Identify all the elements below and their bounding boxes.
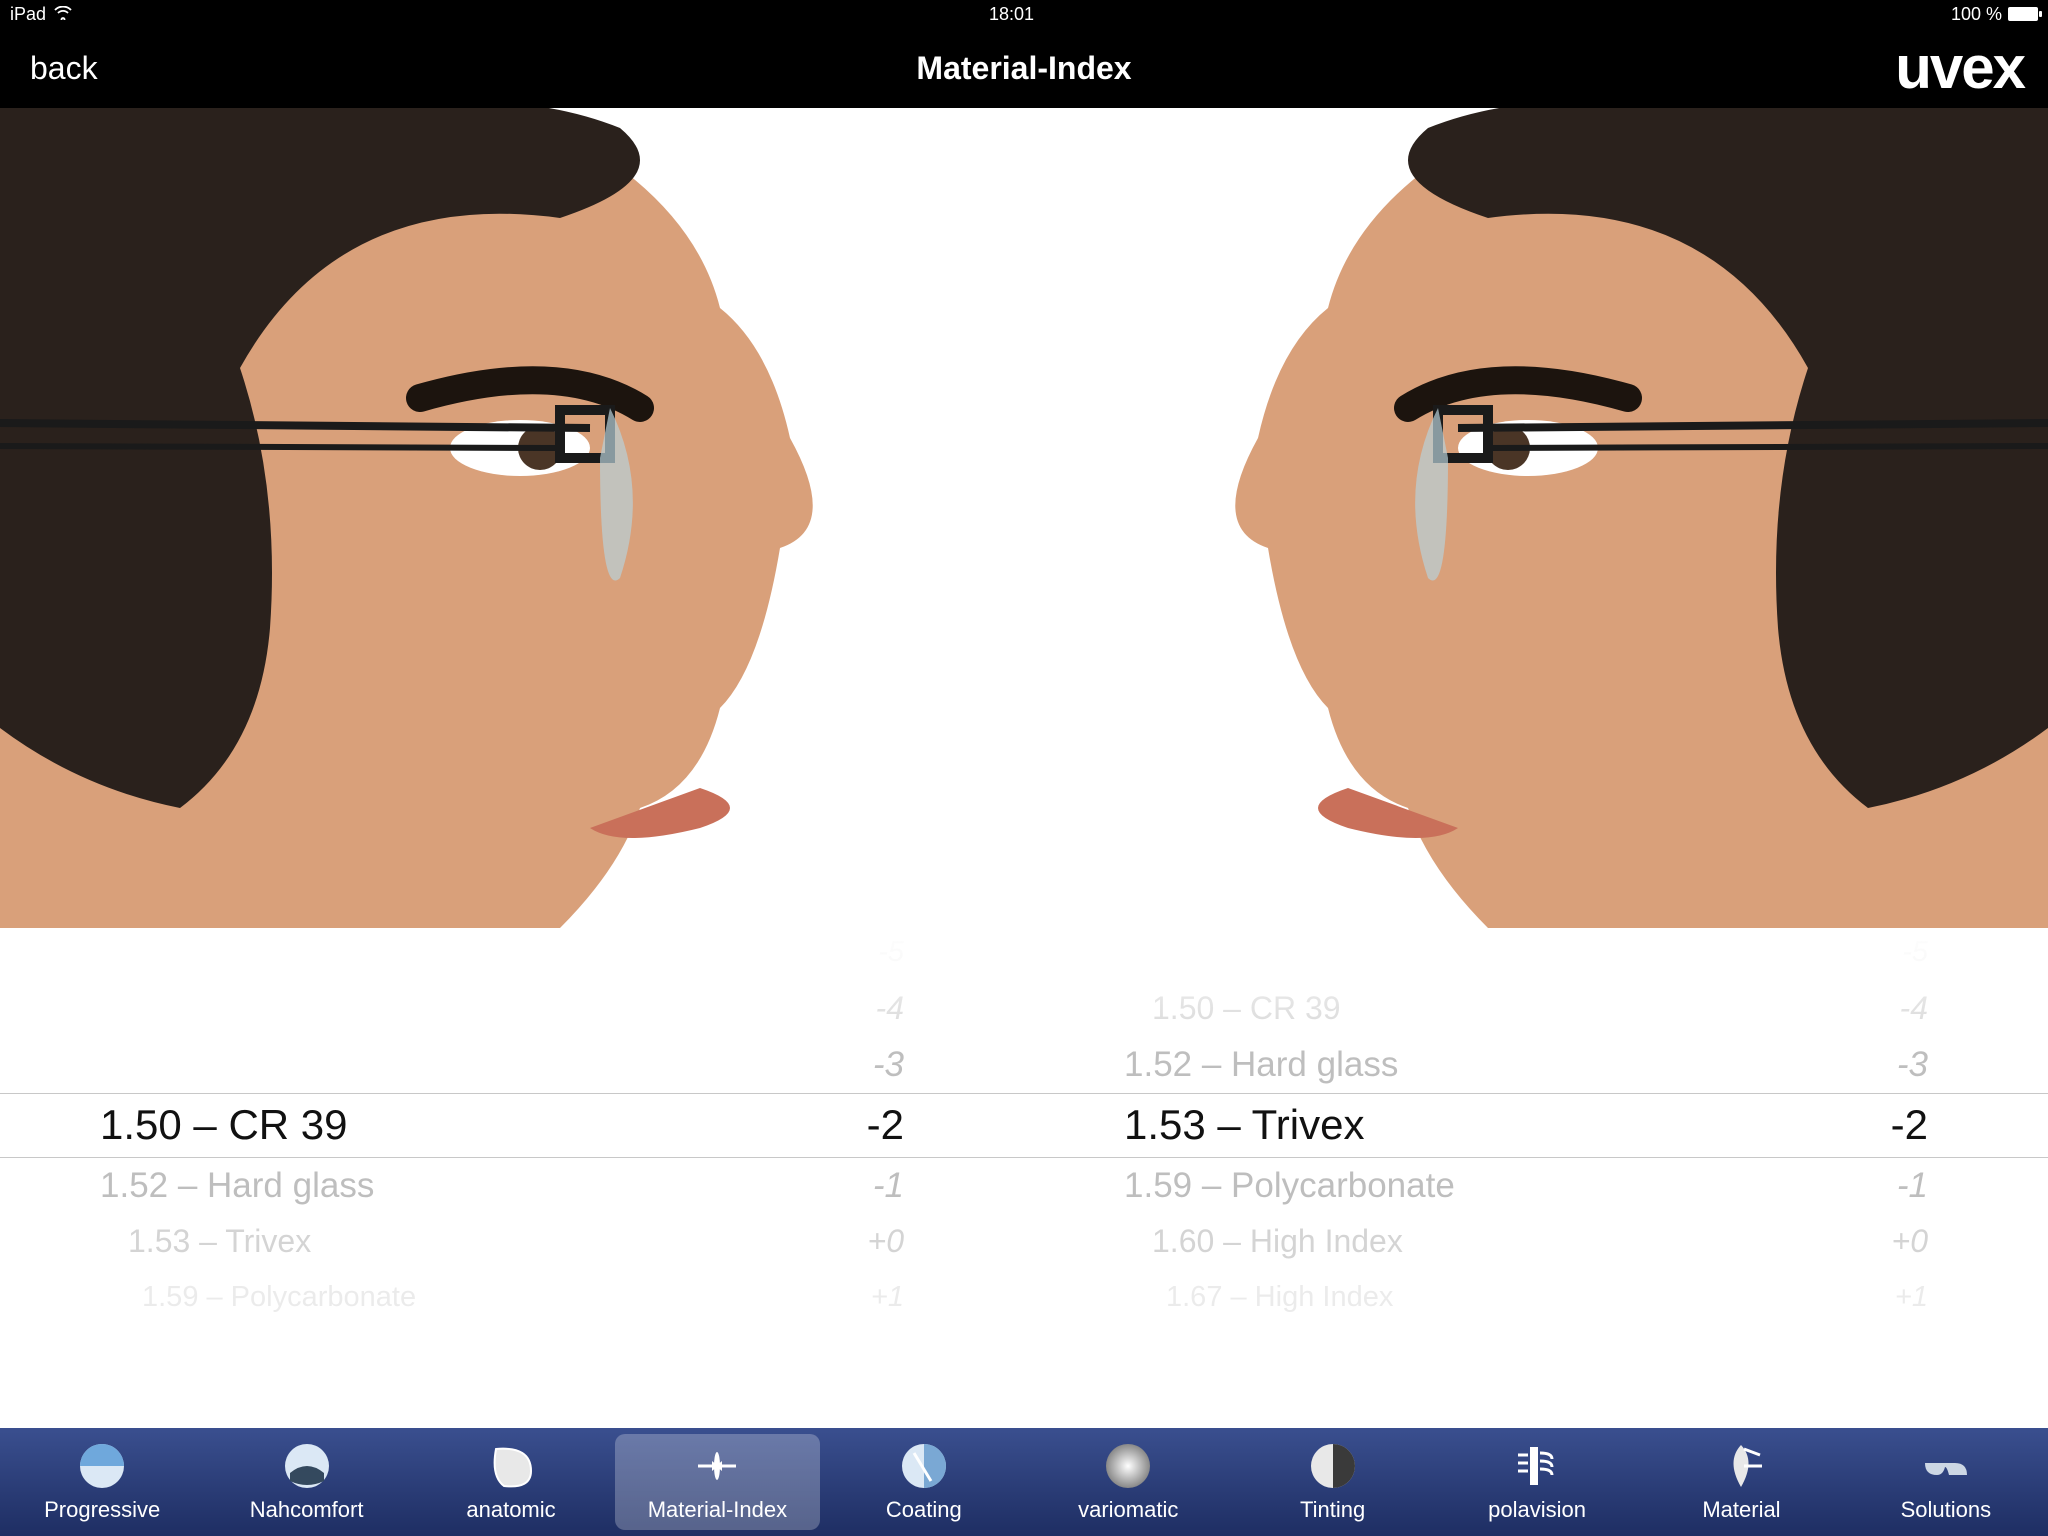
lens-anatomic-icon [486, 1441, 536, 1491]
wifi-icon [54, 4, 72, 25]
picker-option[interactable]: 1.59 – Polycarbonate [0, 1270, 512, 1326]
face-left [0, 108, 1024, 928]
picker-option[interactable]: -3 [1536, 1037, 2048, 1093]
tab-anatomic[interactable]: anatomic [409, 1428, 613, 1536]
lens-near-icon [282, 1441, 332, 1491]
back-button[interactable]: back [0, 50, 98, 87]
tab-label: Material [1702, 1497, 1780, 1523]
tab-variomatic[interactable]: variomatic [1026, 1428, 1230, 1536]
picker-option[interactable]: 1.50 – CR 39 [0, 1093, 512, 1158]
picker-option[interactable]: 1.60 – High Index [1024, 1214, 1536, 1270]
lens-material-icon [692, 1441, 742, 1491]
lens-coating-icon [899, 1441, 949, 1491]
tab-material[interactable]: Material [1639, 1428, 1843, 1536]
picker-option[interactable]: -5 [1536, 928, 2048, 981]
picker-option[interactable]: 1.67 – High Index [1024, 1270, 1536, 1326]
material-picker-left[interactable]: 1.50 – CR 391.52 – Hard glass1.53 – Triv… [0, 928, 512, 1428]
picker-option[interactable]: +1 [1536, 1270, 2048, 1326]
tab-progressive[interactable]: Progressive [0, 1428, 204, 1536]
tab-bar: Progressive Nahcomfort anatomic Material-In… [0, 1428, 2048, 1536]
picker-option[interactable]: +0 [1536, 1214, 2048, 1270]
device-label: iPad [10, 4, 46, 25]
lens-progressive-icon [77, 1441, 127, 1491]
tab-label: variomatic [1078, 1497, 1178, 1523]
picker-area: 1.50 – CR 391.52 – Hard glass1.53 – Triv… [0, 928, 2048, 1428]
picker-option[interactable]: -1 [1536, 1158, 2048, 1214]
tab-label: polavision [1488, 1497, 1586, 1523]
picker-option[interactable]: -4 [1536, 981, 2048, 1037]
glasses-icon [1921, 1441, 1971, 1491]
picker-option[interactable]: -4 [512, 981, 1024, 1037]
lens-vario-icon [1103, 1441, 1153, 1491]
picker-option[interactable]: -2 [512, 1093, 1024, 1158]
picker-option[interactable]: 1.52 – Hard glass [0, 1158, 512, 1214]
picker-option[interactable]: 1.50 – CR 39 [1024, 981, 1536, 1037]
picker-option[interactable]: -3 [512, 1037, 1024, 1093]
tab-label: Solutions [1901, 1497, 1992, 1523]
tab-label: Material-Index [648, 1497, 787, 1523]
lens-pola-icon [1512, 1441, 1562, 1491]
lens-tint-icon [1308, 1441, 1358, 1491]
tab-nahcomfort[interactable]: Nahcomfort [204, 1428, 408, 1536]
picker-right: 1.50 – CR 391.52 – Hard glass1.53 – Triv… [1024, 928, 2048, 1428]
picker-option[interactable]: +0 [512, 1214, 1024, 1270]
comparison-image-area [0, 108, 2048, 928]
battery-percent: 100 % [1951, 4, 2002, 25]
lens-material2-icon [1716, 1441, 1766, 1491]
face-right [1024, 108, 2048, 928]
picker-option[interactable]: 1.53 – Trivex [0, 1214, 512, 1270]
tab-polavision[interactable]: polavision [1435, 1428, 1639, 1536]
picker-option[interactable]: -1 [512, 1158, 1024, 1214]
tab-label: anatomic [466, 1497, 555, 1523]
brand-logo: uvex [1895, 38, 2024, 98]
page-title: Material-Index [916, 50, 1131, 87]
tab-label: Progressive [44, 1497, 160, 1523]
picker-option[interactable]: +1 [512, 1270, 1024, 1326]
diopter-picker-right[interactable]: -5-4-3-2-1+0+1 [1536, 928, 2048, 1428]
picker-option[interactable]: -2 [1536, 1093, 2048, 1158]
picker-option[interactable]: 1.53 – Trivex [1024, 1093, 1536, 1158]
tab-label: Tinting [1300, 1497, 1365, 1523]
status-bar: iPad 18:01 100 % [0, 0, 2048, 28]
tab-coating[interactable]: Coating [822, 1428, 1026, 1536]
diopter-picker-left[interactable]: -5-4-3-2-1+0+1 [512, 928, 1024, 1428]
status-time: 18:01 [72, 4, 1951, 25]
picker-option[interactable]: 1.52 – Hard glass [1024, 1037, 1536, 1093]
tab-solutions[interactable]: Solutions [1844, 1428, 2048, 1536]
tab-material-index[interactable]: Material-Index [615, 1434, 819, 1530]
tab-label: Nahcomfort [250, 1497, 364, 1523]
picker-option[interactable]: -5 [512, 928, 1024, 981]
tab-label: Coating [886, 1497, 962, 1523]
battery-icon [2008, 7, 2038, 21]
picker-option[interactable]: 1.59 – Polycarbonate [1024, 1158, 1536, 1214]
tab-tinting[interactable]: Tinting [1230, 1428, 1434, 1536]
nav-bar: back Material-Index uvex [0, 28, 2048, 108]
material-picker-right[interactable]: 1.50 – CR 391.52 – Hard glass1.53 – Triv… [1024, 928, 1536, 1428]
picker-left: 1.50 – CR 391.52 – Hard glass1.53 – Triv… [0, 928, 1024, 1428]
